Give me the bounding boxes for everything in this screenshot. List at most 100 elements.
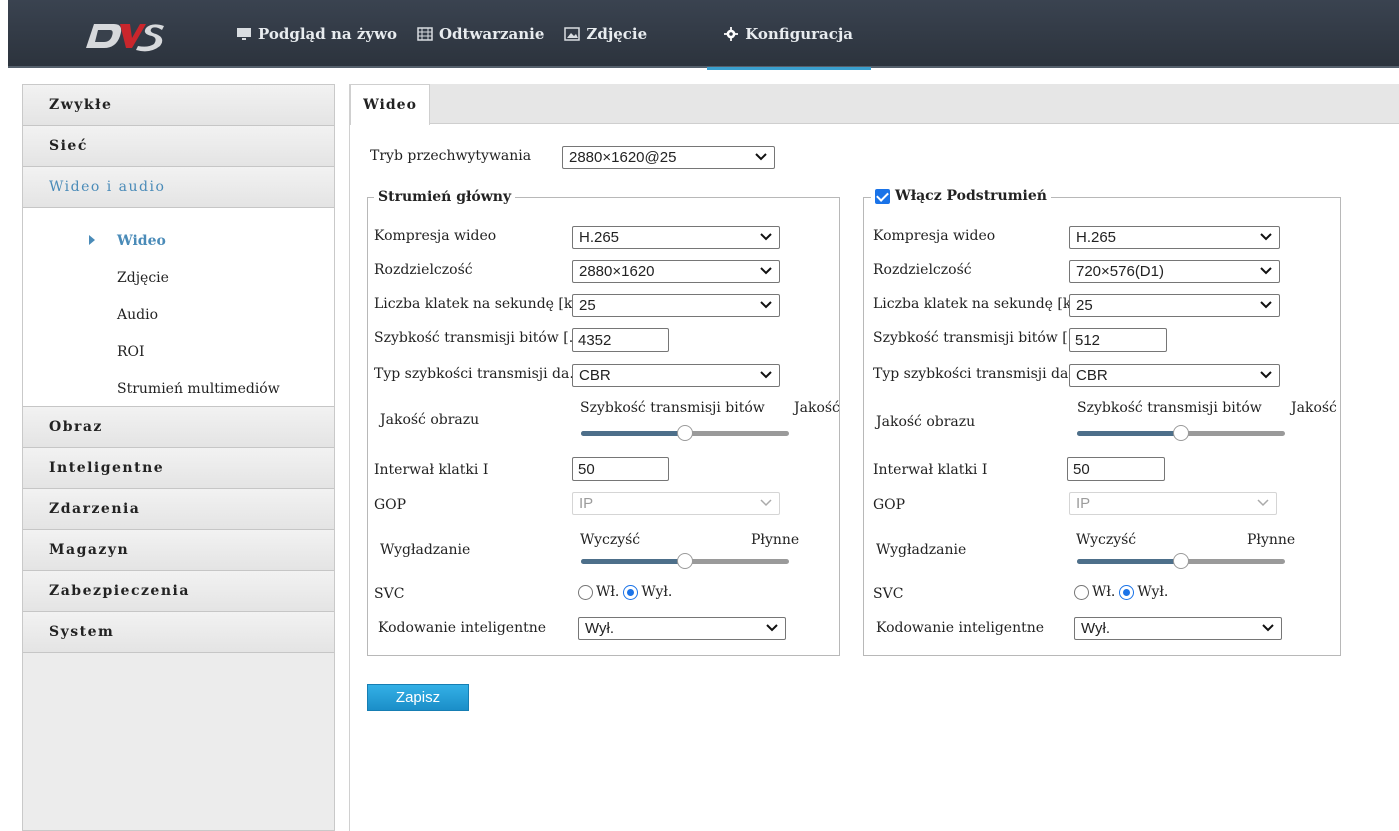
select-value: CBR	[579, 367, 611, 384]
sub-iframe-input[interactable]: 50	[1067, 457, 1165, 481]
main-iframe-label: Interwał klatki I	[374, 462, 489, 478]
sub-quality-slider[interactable]	[1077, 425, 1285, 441]
radio-label: Wł.	[1092, 584, 1116, 600]
sub-bitrate-label: Szybkość transmisji bitów [...	[873, 330, 1082, 346]
main-svc-label: SVC	[374, 586, 405, 602]
nav-playback[interactable]: Odtwarzanie	[417, 0, 544, 68]
sidebar-subitem-video[interactable]: Wideo	[23, 222, 334, 259]
main-bitrate-label: Szybkość transmisji bitów [...	[374, 330, 583, 346]
sub-resolution-select[interactable]: 720×576(D1)	[1069, 260, 1280, 283]
image-icon	[564, 27, 581, 41]
sidebar-item-label: Inteligentne	[49, 460, 165, 476]
chevron-down-icon	[1260, 301, 1272, 309]
chevron-down-icon	[1257, 499, 1269, 507]
sub-fps-label: Liczba klatek na sekundę [kl/s]	[873, 296, 1094, 312]
main-gop-select: IP	[572, 492, 780, 515]
main-resolution-label: Rozdzielczość	[374, 262, 473, 278]
main-quality-slider[interactable]	[581, 425, 789, 441]
sidebar-subitem-media-stream[interactable]: Strumień multimediów	[23, 370, 334, 407]
sidebar: Zwykłe Sieć Wideo i audio Wideo Zdjęcie …	[22, 84, 335, 831]
tab-video[interactable]: Wideo	[350, 84, 430, 125]
slider-thumb[interactable]	[677, 425, 693, 441]
main-compression-select[interactable]: H.265	[572, 226, 780, 249]
main-quality-left-label: Szybkość transmisji bitów	[580, 400, 765, 416]
sub-smoothing-slider[interactable]	[1077, 553, 1285, 569]
radio-label: Wył.	[1137, 584, 1169, 600]
chevron-down-icon	[760, 371, 772, 379]
sidebar-item-storage[interactable]: Magazyn	[23, 530, 334, 571]
tab-bar: Wideo	[350, 84, 1399, 125]
nav-picture[interactable]: Zdjęcie	[564, 0, 647, 68]
slider-thumb[interactable]	[1173, 425, 1189, 441]
main-quality-label: Jakość obrazu	[380, 412, 480, 428]
main-gop-label: GOP	[374, 497, 407, 513]
capture-mode-select[interactable]: 2880×1620@25	[562, 146, 775, 169]
main-resolution-select[interactable]: 2880×1620	[572, 260, 780, 283]
sub-bitrate-input[interactable]: 512	[1069, 328, 1167, 352]
main-fps-select[interactable]: 25	[572, 294, 780, 317]
sidebar-item-events[interactable]: Zdarzenia	[23, 489, 334, 530]
sidebar-item-label: Wideo i audio	[49, 179, 166, 195]
sub-compression-label: Kompresja wideo	[873, 228, 996, 244]
sidebar-subitem-roi[interactable]: ROI	[23, 333, 334, 370]
sub-stream-enable-checkbox[interactable]	[875, 188, 890, 204]
chevron-down-icon	[1260, 267, 1272, 275]
slider-thumb[interactable]	[677, 553, 693, 569]
main-stream-title: Strumień główny	[374, 189, 516, 205]
chevron-down-icon	[766, 624, 778, 632]
brand-logo	[86, 24, 164, 52]
sub-svc-on-radio[interactable]	[1074, 584, 1089, 600]
sub-gop-select: IP	[1069, 492, 1277, 515]
top-bar: Podgląd na żywo Odtwarzanie Zdjęcie Konf…	[8, 0, 1399, 70]
nav-live-view[interactable]: Podgląd na żywo	[236, 0, 397, 68]
sub-bitrate-type-select[interactable]: CBR	[1069, 364, 1280, 387]
main-svc-off-radio[interactable]	[623, 584, 639, 600]
capture-mode-label: Tryb przechwytywania	[370, 148, 532, 164]
sidebar-item-system[interactable]: System	[23, 612, 334, 653]
main-smart-select[interactable]: Wył.	[578, 617, 786, 640]
sidebar-item-label: Magazyn	[49, 542, 130, 558]
main-bitrate-input[interactable]: 4352	[572, 328, 669, 352]
save-button[interactable]: Zapisz	[367, 684, 469, 711]
sub-svc-off-radio[interactable]	[1119, 584, 1135, 600]
nav-label: Konfiguracja	[745, 25, 854, 43]
sub-bitrate-type-label: Typ szybkości transmisji da...	[873, 366, 1082, 382]
chevron-down-icon	[1262, 624, 1274, 632]
select-value: CBR	[1076, 367, 1108, 384]
sidebar-item-common[interactable]: Zwykłe	[23, 85, 334, 126]
sidebar-subitem-audio[interactable]: Audio	[23, 296, 334, 333]
sub-quality-label: Jakość obrazu	[876, 414, 976, 430]
sub-fps-select[interactable]: 25	[1069, 294, 1280, 317]
sub-quality-left-label: Szybkość transmisji bitów	[1077, 400, 1262, 416]
subitem-label: Wideo	[117, 232, 166, 249]
tab-label: Wideo	[363, 97, 417, 113]
sidebar-subitem-picture[interactable]: Zdjęcie	[23, 259, 334, 296]
sidebar-item-intelligent[interactable]: Inteligentne	[23, 448, 334, 489]
select-value: Wył.	[585, 620, 615, 637]
sidebar-item-video-audio[interactable]: Wideo i audio	[23, 167, 334, 208]
sub-compression-select[interactable]: H.265	[1069, 226, 1280, 249]
sidebar-item-image[interactable]: Obraz	[23, 407, 334, 448]
sidebar-item-label: Zdarzenia	[49, 501, 141, 517]
sub-smart-label: Kodowanie inteligentne	[876, 620, 1045, 636]
sidebar-item-network[interactable]: Sieć	[23, 126, 334, 167]
main-fps-label: Liczba klatek na sekundę [kl/s]	[374, 296, 595, 312]
slider-fill	[581, 559, 685, 564]
select-value: IP	[579, 495, 594, 512]
sub-stream-title: Włącz Podstrumień	[871, 188, 1051, 204]
main-svc-on-radio[interactable]	[578, 584, 593, 600]
chevron-down-icon	[1260, 233, 1272, 241]
monitor-icon	[237, 28, 251, 40]
sub-smart-select[interactable]: Wył.	[1074, 617, 1282, 640]
slider-thumb[interactable]	[1173, 553, 1189, 569]
subitem-label: Zdjęcie	[117, 269, 169, 286]
sidebar-item-security[interactable]: Zabezpieczenia	[23, 571, 334, 612]
main-smoothing-slider[interactable]	[581, 553, 789, 569]
nav-configuration[interactable]: Konfiguracja	[707, 0, 871, 70]
main-iframe-input[interactable]: 50	[572, 457, 669, 481]
sidebar-item-label: Zwykłe	[49, 97, 113, 113]
sidebar-item-label: System	[49, 624, 115, 640]
nav-label: Podgląd na żywo	[258, 25, 397, 43]
sub-stream-title-label: Włącz Podstrumień	[895, 188, 1047, 204]
main-bitrate-type-select[interactable]: CBR	[572, 364, 780, 387]
